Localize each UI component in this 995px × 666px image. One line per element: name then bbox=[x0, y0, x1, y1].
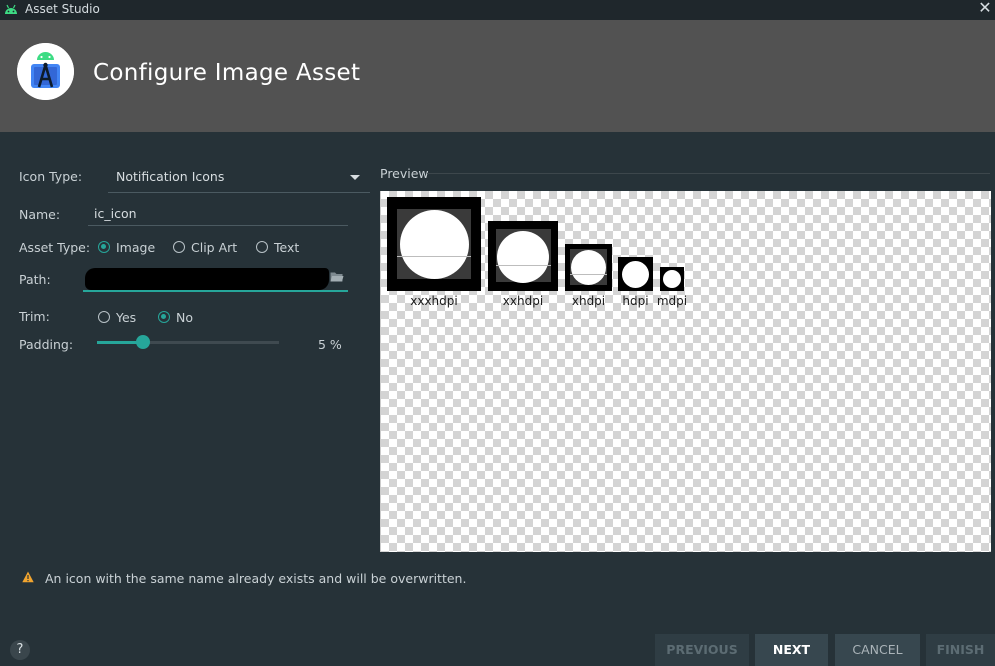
warning-message: An icon with the same name already exist… bbox=[45, 571, 467, 586]
page-title: Configure Image Asset bbox=[93, 60, 361, 86]
trim-label: Trim: bbox=[19, 309, 50, 324]
radio-unselected-icon bbox=[256, 241, 268, 253]
trim-no-label: No bbox=[176, 309, 193, 325]
asset-type-text-label: Text bbox=[274, 239, 300, 255]
trim-yes-radio[interactable]: Yes bbox=[98, 309, 136, 325]
icon-type-label: Icon Type: bbox=[19, 169, 83, 184]
chevron-down-icon bbox=[350, 175, 360, 180]
preview-divider bbox=[427, 173, 990, 174]
name-input-value: ic_icon bbox=[94, 206, 137, 221]
asset-type-clip-art-label: Clip Art bbox=[191, 239, 238, 255]
asset-type-image-label: Image bbox=[116, 239, 156, 255]
path-label: Path: bbox=[19, 272, 51, 287]
asset-type-image-radio[interactable]: Image bbox=[98, 239, 155, 255]
icon-type-dropdown[interactable]: Notification Icons bbox=[108, 164, 370, 193]
preview-canvas: xxxhdpi xxhdpi xhdpi hdpi mdpi bbox=[380, 191, 991, 552]
radio-selected-icon bbox=[98, 241, 110, 253]
padding-label: Padding: bbox=[19, 337, 74, 352]
icon-type-value: Notification Icons bbox=[116, 169, 225, 184]
preview-icon-mdpi bbox=[660, 267, 684, 291]
padding-slider[interactable] bbox=[97, 335, 279, 349]
asset-type-text-radio[interactable]: Text bbox=[256, 239, 299, 255]
redacted-path bbox=[85, 268, 329, 290]
preview-title: Preview bbox=[380, 166, 429, 181]
cancel-button[interactable]: CANCEL bbox=[835, 634, 920, 666]
asset-type-label: Asset Type: bbox=[19, 240, 91, 255]
preview-icon-hdpi bbox=[618, 257, 653, 291]
slider-thumb[interactable] bbox=[136, 335, 150, 349]
trim-yes-label: Yes bbox=[116, 309, 137, 325]
finish-button[interactable]: FINISH bbox=[926, 634, 995, 666]
density-label-xxhdpi: xxhdpi bbox=[502, 294, 544, 308]
android-icon bbox=[5, 4, 17, 14]
window-title: Asset Studio bbox=[25, 2, 100, 16]
asset-type-clip-art-radio[interactable]: Clip Art bbox=[173, 239, 237, 255]
name-input[interactable]: ic_icon bbox=[88, 203, 348, 226]
density-label-mdpi: mdpi bbox=[656, 294, 688, 308]
trim-no-radio[interactable]: No bbox=[158, 309, 193, 325]
name-label: Name: bbox=[19, 207, 61, 222]
path-input[interactable] bbox=[83, 266, 348, 292]
density-label-xhdpi: xhdpi bbox=[571, 294, 606, 308]
window-titlebar: Asset Studio ✕ bbox=[0, 0, 995, 20]
radio-selected-icon bbox=[158, 311, 170, 323]
preview-icon-xxhdpi bbox=[488, 221, 558, 291]
android-studio-logo-icon bbox=[17, 43, 74, 100]
radio-unselected-icon bbox=[173, 241, 185, 253]
density-label-xxxhdpi: xxxhdpi bbox=[410, 294, 458, 308]
next-button[interactable]: NEXT bbox=[755, 634, 828, 666]
folder-open-icon[interactable] bbox=[330, 271, 344, 283]
dialog-header: Configure Image Asset bbox=[0, 20, 995, 132]
warning-triangle-icon bbox=[22, 571, 34, 583]
preview-icon-xxxhdpi bbox=[387, 197, 481, 291]
preview-icon-xhdpi bbox=[565, 244, 612, 291]
padding-value: 5 % bbox=[318, 337, 342, 352]
close-icon[interactable]: ✕ bbox=[975, 0, 995, 18]
help-button[interactable]: ? bbox=[10, 640, 30, 660]
previous-button[interactable]: PREVIOUS bbox=[655, 634, 749, 666]
radio-unselected-icon bbox=[98, 311, 110, 323]
